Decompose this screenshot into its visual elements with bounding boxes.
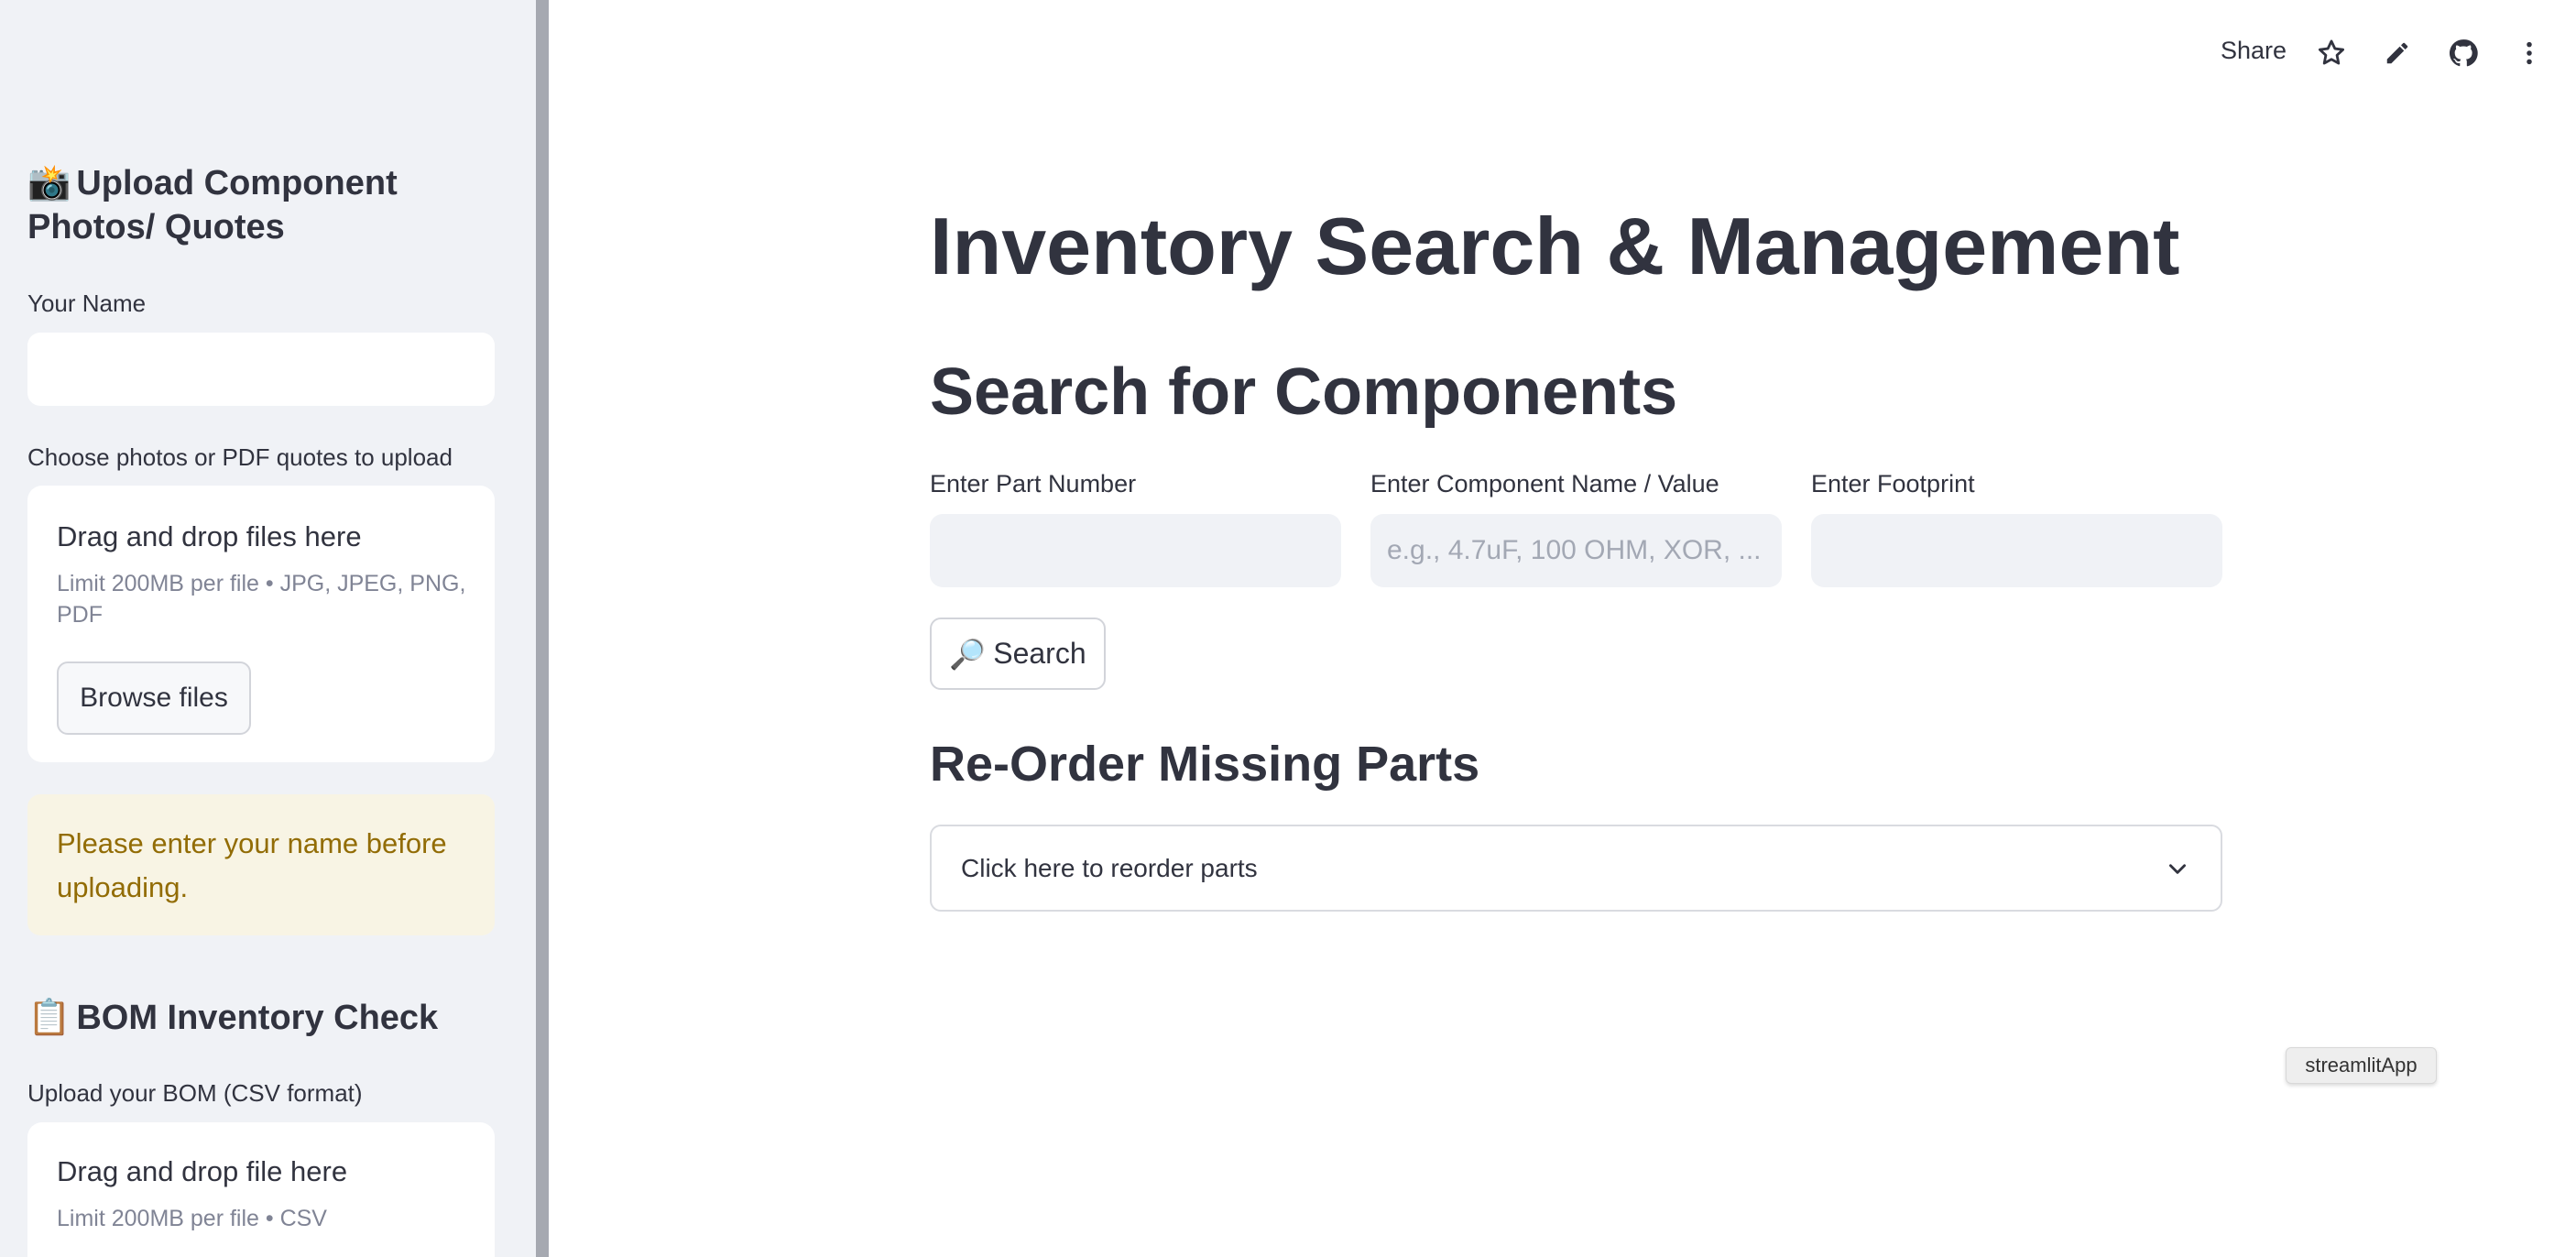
magnifier-icon: 🔎 [949,637,987,671]
bom-dropzone-title: Drag and drop file here [57,1155,348,1187]
tooltip: streamlitApp [2286,1047,2437,1084]
search-button[interactable]: 🔎 Search [930,618,1106,690]
name-warning-alert: Please enter your name before uploading. [27,794,495,935]
photos-dropzone-title: Drag and drop files here [57,520,362,552]
share-button[interactable]: Share [2221,37,2287,65]
sidebar-scrollbar[interactable] [536,0,549,1257]
search-button-label: Search [993,637,1086,670]
footprint-label: Enter Footprint [1811,470,1975,497]
browse-files-button[interactable]: Browse files [57,661,251,735]
photos-dropzone[interactable]: Drag and drop files here Limit 200MB per… [27,486,495,762]
part-number-label: Enter Part Number [930,470,1137,497]
github-icon[interactable] [2445,35,2482,71]
part-number-input[interactable] [930,514,1341,587]
pencil-icon[interactable] [2379,35,2416,71]
clipboard-icon: 📋 [27,999,71,1037]
bom-dropzone[interactable]: Drag and drop file here Limit 200MB per … [27,1122,495,1257]
reorder-expander-label: Click here to reorder parts [961,853,1258,882]
reorder-heading: Re-Order Missing Parts [930,737,1480,792]
page-title: Inventory Search & Management [930,201,2180,291]
upload-heading-text: Upload Component Photos/ Quotes [27,164,398,246]
bom-heading-text: BOM Inventory Check [76,999,439,1037]
component-name-label: Enter Component Name / Value [1370,470,1719,497]
photos-upload-label: Choose photos or PDF quotes to upload [27,443,453,471]
sidebar: 📸 Upload Component Photos/ Quotes Your Na… [0,0,536,1257]
bom-upload-label: Upload your BOM (CSV format) [27,1079,363,1107]
component-name-input[interactable] [1370,514,1782,587]
reorder-expander[interactable]: Click here to reorder parts [930,825,2222,912]
footprint-input[interactable] [1811,514,2222,587]
search-heading: Search for Components [930,355,1678,429]
bom-dropzone-limit: Limit 200MB per file • CSV [57,1206,327,1231]
more-vertical-icon[interactable] [2511,35,2548,71]
name-input[interactable] [27,333,495,406]
photos-dropzone-limit: Limit 200MB per file • JPG, JPEG, PNG, P… [57,571,466,628]
star-icon[interactable] [2313,35,2350,71]
bom-heading: 📋 BOM Inventory Check [27,996,438,1040]
chevron-down-icon [2164,855,2191,882]
name-label: Your Name [27,290,147,317]
camera-icon: 📸 [27,164,71,202]
upload-heading: 📸 Upload Component Photos/ Quotes [27,161,504,249]
